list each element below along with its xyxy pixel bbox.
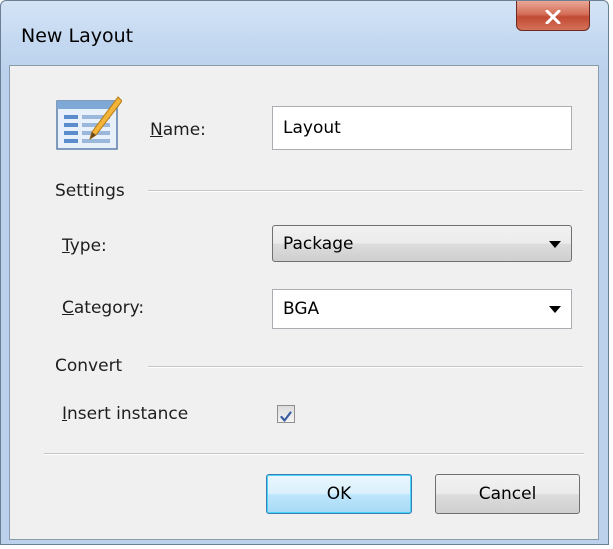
close-icon xyxy=(545,9,561,24)
category-label: Category: xyxy=(62,298,145,318)
type-label: Type: xyxy=(62,236,107,256)
ok-button[interactable]: OK xyxy=(266,474,412,514)
cancel-button[interactable]: Cancel xyxy=(435,474,580,514)
category-combobox[interactable]: BGA xyxy=(272,289,572,329)
chevron-down-icon[interactable] xyxy=(549,306,561,313)
checkmark-icon xyxy=(280,408,292,422)
convert-separator xyxy=(148,366,583,368)
type-dropdown[interactable]: Package xyxy=(272,225,572,262)
new-layout-dialog: New Layout xyxy=(0,0,609,545)
name-input[interactable]: Layout xyxy=(272,106,572,150)
name-label: Name: xyxy=(150,120,206,140)
insert-instance-checkbox[interactable] xyxy=(277,405,295,423)
settings-group-label: Settings xyxy=(55,181,125,201)
footer-separator xyxy=(44,453,584,455)
layout-document-pencil-icon xyxy=(56,95,123,155)
settings-separator xyxy=(148,190,583,192)
window-title: New Layout xyxy=(21,25,134,47)
insert-instance-label: Insert instance xyxy=(62,404,189,424)
chevron-down-icon xyxy=(549,240,561,248)
close-button[interactable] xyxy=(516,1,590,31)
convert-group-label: Convert xyxy=(55,356,123,376)
